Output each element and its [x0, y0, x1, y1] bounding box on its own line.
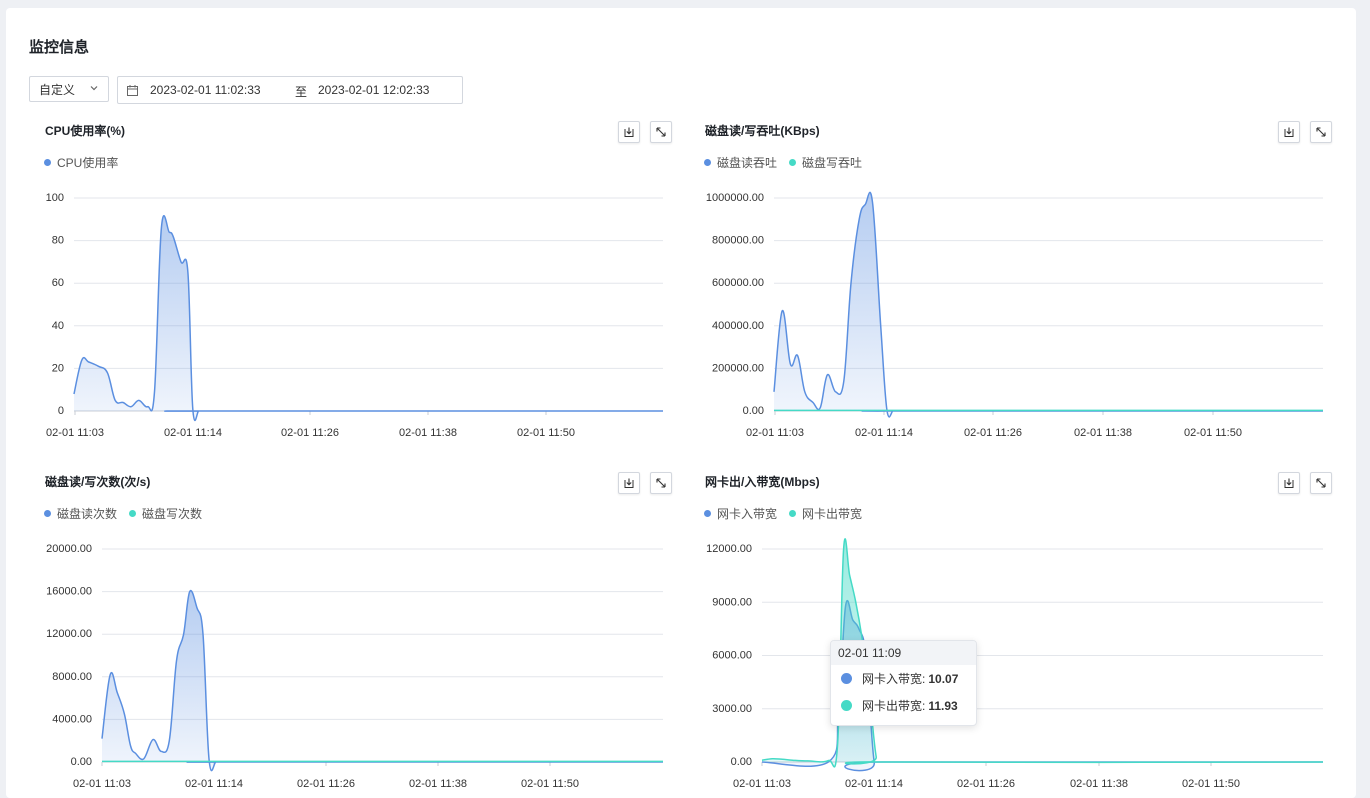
x-tick-label: 02-01 11:38 — [1070, 778, 1128, 790]
x-tick-label: 02-01 11:50 — [1182, 778, 1240, 790]
x-tick-label: 02-01 11:38 — [1074, 427, 1132, 439]
x-tick-label: 02-01 11:38 — [399, 427, 457, 439]
x-tick-label: 02-01 11:26 — [964, 427, 1022, 439]
x-tick-label: 02-01 11:14 — [855, 427, 913, 439]
x-tick-label: 02-01 11:38 — [409, 778, 467, 790]
tooltip-row: 网卡入带宽: 10.07 — [831, 665, 976, 692]
x-tick-label: 02-01 11:14 — [845, 778, 903, 790]
y-tick-label: 100 — [46, 192, 64, 204]
y-tick-label: 12000.00 — [706, 543, 752, 555]
y-tick-label: 40 — [52, 320, 64, 332]
y-tick-label: 3000.00 — [712, 703, 752, 715]
x-tick-label: 02-01 11:03 — [746, 427, 804, 439]
y-tick-label: 6000.00 — [712, 650, 752, 662]
y-tick-label: 1000000.00 — [706, 192, 764, 204]
charts-canvas: 0 20 40 60 80 100 02-01 11:03 02-01 11:14 02-01 … — [46, 191, 1324, 790]
y-tick-label: 8000.00 — [52, 671, 92, 683]
x-tick-label: 02-01 11:03 — [73, 778, 131, 790]
y-tick-label: 0.00 — [731, 756, 752, 768]
x-tick-label: 02-01 11:26 — [297, 778, 355, 790]
tooltip-value: 10.07 — [928, 671, 959, 686]
series-area — [74, 215, 663, 421]
x-tick-label: 02-01 11:50 — [517, 427, 575, 439]
y-tick-label: 400000.00 — [712, 320, 764, 332]
tooltip-value: 11.93 — [928, 698, 958, 713]
y-tick-label: 20 — [52, 362, 64, 374]
y-tick-label: 0.00 — [743, 405, 764, 417]
series-area — [774, 192, 1323, 417]
tooltip-time: 02-01 11:09 — [831, 641, 976, 665]
y-tick-label: 9000.00 — [712, 596, 752, 608]
x-tick-label: 02-01 11:03 — [46, 427, 104, 439]
tooltip-dot — [841, 673, 852, 684]
y-tick-label: 12000.00 — [46, 628, 92, 640]
chart-tooltip: 02-01 11:09 网卡入带宽: 10.07 网卡出带宽: 11.93 — [830, 640, 977, 726]
y-tick-label: 200000.00 — [712, 362, 764, 374]
y-tick-label: 20000.00 — [46, 543, 92, 555]
x-tick-label: 02-01 11:50 — [1184, 427, 1242, 439]
y-tick-label: 0 — [58, 405, 64, 417]
y-tick-label: 60 — [52, 277, 64, 289]
x-tick-label: 02-01 11:14 — [164, 427, 222, 439]
y-tick-label: 0.00 — [71, 756, 92, 768]
y-tick-label: 800000.00 — [712, 235, 764, 247]
x-tick-label: 02-01 11:50 — [521, 778, 579, 790]
y-tick-label: 600000.00 — [712, 277, 764, 289]
x-tick-label: 02-01 11:14 — [185, 778, 243, 790]
tooltip-label: 网卡入带宽: — [862, 672, 926, 686]
y-tick-label: 80 — [52, 235, 64, 247]
tooltip-row: 网卡出带宽: 11.93 — [831, 692, 976, 719]
y-tick-label: 4000.00 — [52, 713, 92, 725]
x-tick-label: 02-01 11:26 — [957, 778, 1015, 790]
tooltip-dot — [841, 700, 852, 711]
tooltip-label: 网卡出带宽: — [862, 699, 926, 713]
x-tick-label: 02-01 11:26 — [281, 427, 339, 439]
x-tick-label: 02-01 11:03 — [733, 778, 791, 790]
y-tick-label: 16000.00 — [46, 586, 92, 598]
